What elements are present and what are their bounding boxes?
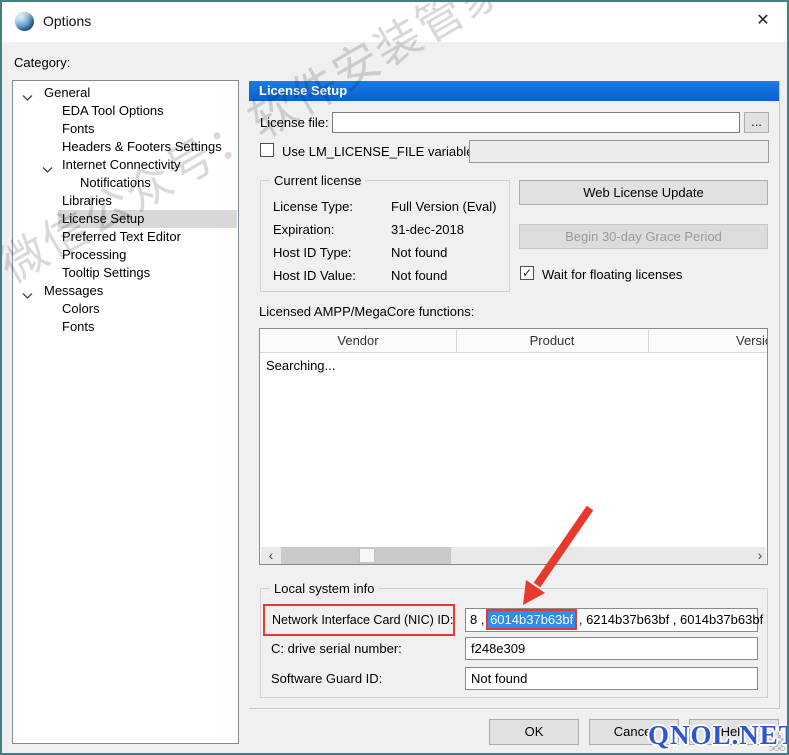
- grace-period-button: Begin 30-day Grace Period: [519, 224, 768, 249]
- close-icon[interactable]: ✕: [745, 6, 781, 36]
- expiration-value: 31-dec-2018: [391, 222, 464, 237]
- nic-label-annotation: Network Interface Card (NIC) ID:: [263, 604, 455, 636]
- nic-value-field[interactable]: 8 , 6014b37b63bf , 6214b37b63bf , 6014b3…: [465, 608, 758, 632]
- functions-label: Licensed AMPP/MegaCore functions:: [259, 304, 474, 319]
- chevron-down-icon[interactable]: [22, 89, 33, 97]
- panel-header: License Setup: [249, 81, 779, 101]
- tree-item-tooltip-settings[interactable]: Tooltip Settings: [14, 264, 237, 282]
- column-product[interactable]: Product: [456, 333, 648, 348]
- help-button[interactable]: Help: [689, 719, 779, 745]
- chevron-down-icon[interactable]: [22, 287, 33, 295]
- title-bar: Options ✕: [2, 2, 787, 42]
- license-file-input[interactable]: [332, 112, 740, 133]
- wait-floating-label: Wait for floating licenses: [542, 267, 682, 282]
- nic-label: Network Interface Card (NIC) ID:: [272, 613, 453, 627]
- panel-right-border: [779, 81, 780, 709]
- panel-bottom-border: [249, 708, 780, 709]
- browse-button[interactable]: ...: [744, 112, 769, 133]
- tree-item-notifications[interactable]: Notifications: [14, 174, 237, 192]
- lm-license-label: Use LM_LICENSE_FILE variable:: [282, 144, 477, 159]
- tree-item-libraries[interactable]: Libraries: [14, 192, 237, 210]
- nic-prefix: 8 ,: [470, 612, 488, 627]
- ok-button[interactable]: OK: [489, 719, 579, 745]
- tree-item-colors[interactable]: Colors: [14, 300, 237, 318]
- tree-item-preferred-text-editor[interactable]: Preferred Text Editor: [14, 228, 237, 246]
- column-version[interactable]: Version: [736, 333, 768, 348]
- category-label: Category:: [14, 55, 70, 70]
- expiration-label: Expiration:: [273, 222, 334, 237]
- app-logo-icon: [15, 12, 34, 31]
- wait-floating-checkbox[interactable]: ✓: [520, 266, 534, 280]
- current-license-title: Current license: [270, 173, 365, 188]
- tree-item-headers-footers[interactable]: Headers & Footers Settings: [14, 138, 237, 156]
- lm-license-checkbox[interactable]: [260, 143, 274, 157]
- current-license-group: Current license License Type: Full Versi…: [260, 180, 510, 292]
- options-dialog: Options ✕ Category: General EDA Tool Opt…: [0, 0, 789, 755]
- scroll-left-icon[interactable]: ‹: [263, 547, 279, 564]
- license-type-value: Full Version (Eval): [391, 199, 496, 214]
- scroll-right-icon[interactable]: ›: [752, 547, 768, 564]
- tree-item-eda-tool-options[interactable]: EDA Tool Options: [14, 102, 237, 120]
- web-license-update-button[interactable]: Web License Update: [519, 180, 768, 205]
- host-id-type-value: Not found: [391, 245, 447, 260]
- lm-license-input: [469, 140, 769, 163]
- local-system-title: Local system info: [270, 581, 378, 596]
- column-divider: [456, 330, 457, 352]
- guard-id-field[interactable]: Not found: [465, 667, 758, 690]
- tree-item-processing[interactable]: Processing: [14, 246, 237, 264]
- functions-table: Vendor Product Version Searching... ‹ ›: [259, 328, 768, 565]
- nic-highlighted-value[interactable]: 6014b37b63bf: [488, 611, 575, 628]
- c-drive-label: C: drive serial number:: [271, 641, 402, 656]
- cancel-button[interactable]: Cancel: [589, 719, 679, 745]
- functions-table-header: Vendor Product Version: [260, 329, 767, 353]
- nic-suffix: , 6214b37b63bf , 6014b37b63bf: [575, 612, 763, 627]
- column-divider: [648, 330, 649, 352]
- license-file-label: License file:: [260, 115, 329, 130]
- host-id-value-label: Host ID Value:: [273, 268, 356, 283]
- category-tree: General EDA Tool Options Fonts Headers &…: [12, 80, 239, 744]
- checkmark-icon: ✓: [522, 266, 532, 280]
- column-vendor[interactable]: Vendor: [260, 333, 456, 348]
- scrollbar-thumb[interactable]: [359, 548, 375, 563]
- license-type-label: License Type:: [273, 199, 353, 214]
- tree-item-internet-connectivity[interactable]: Internet Connectivity: [14, 156, 237, 174]
- window-title: Options: [43, 13, 91, 29]
- chevron-down-icon[interactable]: [42, 161, 53, 169]
- tree-item-fonts[interactable]: Fonts: [14, 120, 237, 138]
- tree-item-license-setup[interactable]: License Setup: [14, 210, 237, 228]
- tree-item-general[interactable]: General: [14, 84, 237, 102]
- host-id-value-value: Not found: [391, 268, 447, 283]
- host-id-type-label: Host ID Type:: [273, 245, 352, 260]
- tree-item-messages-fonts[interactable]: Fonts: [14, 318, 237, 336]
- pixel-pattern-watermark: [769, 735, 785, 751]
- local-system-group: Local system info Network Interface Card…: [260, 588, 768, 698]
- guard-id-label: Software Guard ID:: [271, 671, 382, 686]
- c-drive-field[interactable]: f248e309: [465, 637, 758, 660]
- tree-item-messages[interactable]: Messages: [14, 282, 237, 300]
- table-status-text: Searching...: [266, 358, 335, 373]
- table-scrollbar[interactable]: ‹ ›: [261, 547, 766, 564]
